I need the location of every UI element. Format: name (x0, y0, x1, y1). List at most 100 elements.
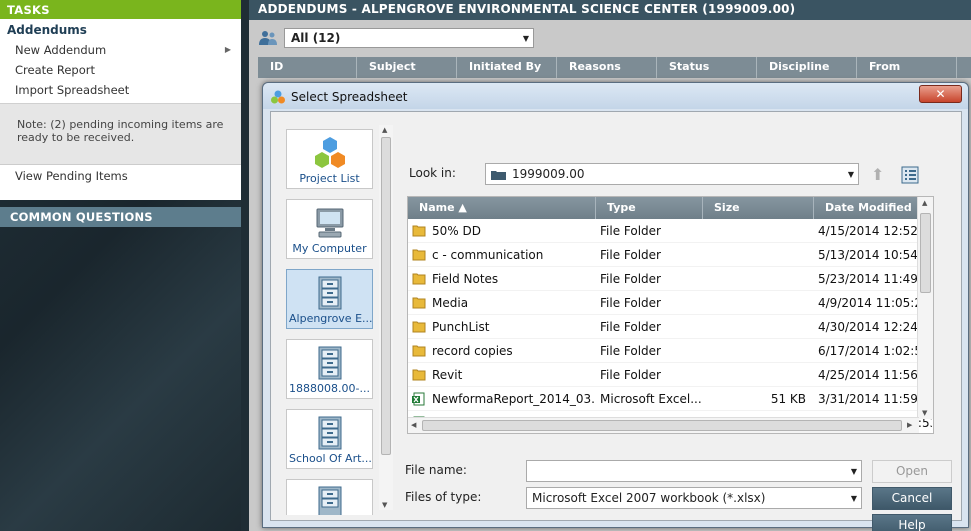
task-import-spreadsheet[interactable]: Import Spreadsheet (0, 80, 241, 100)
file-row[interactable]: record copies File Folder 6/17/2014 1:02:5… (408, 339, 933, 363)
chevron-right-icon: ▶ (224, 45, 231, 54)
task-group-title: Addendums (7, 23, 87, 37)
cancel-button[interactable]: Cancel (872, 487, 952, 510)
task-label: Import Spreadsheet (15, 83, 130, 97)
file-name-cell: PunchList (408, 320, 594, 334)
file-type: File Folder (600, 319, 661, 334)
column-subject[interactable]: Subject (357, 57, 457, 78)
column-id[interactable]: ID (258, 57, 357, 78)
file-list-vscrollbar[interactable]: ▲ ▼ (917, 197, 933, 419)
page-title: ADDENDUMS - ALPENGROVE ENVIRONMENTAL SCI… (249, 0, 971, 20)
places-scrollbar[interactable]: ▲ ▼ (379, 125, 393, 510)
file-name: Media (432, 295, 469, 310)
folder-icon (412, 273, 426, 284)
file-row[interactable]: 50% DD File Folder 4/15/2014 12:52:25 (408, 219, 933, 243)
column-status[interactable]: Status (657, 57, 757, 78)
scroll-thumb[interactable] (381, 137, 391, 455)
places-bar: Project List My Computer Alpengrove E...… (281, 125, 376, 515)
file-name: 50% DD (432, 223, 481, 238)
file-name-cell: Field Notes (408, 272, 594, 286)
scroll-left-icon[interactable]: ◀ (411, 421, 416, 429)
common-questions-header[interactable]: COMMON QUESTIONS (0, 207, 241, 227)
scroll-up-icon[interactable]: ▲ (382, 126, 387, 134)
place-more[interactable] (286, 479, 373, 515)
files-of-type-label: Files of type: (405, 490, 482, 504)
scroll-down-icon[interactable]: ▼ (382, 501, 387, 509)
file-row[interactable]: c - communication File Folder 5/13/2014 10… (408, 243, 933, 267)
up-folder-icon[interactable]: ⬆ (871, 165, 884, 184)
place-1888008[interactable]: 1888008.00-... (286, 339, 373, 399)
filter-select[interactable]: All (12) ▼ (284, 28, 534, 48)
column-type[interactable]: Type (596, 197, 703, 219)
scroll-thumb[interactable] (422, 420, 902, 431)
project-list-icon (314, 137, 345, 168)
column-from[interactable]: From (857, 57, 957, 78)
view-menu-icon[interactable] (901, 166, 919, 184)
place-school-of-art[interactable]: School Of Art... (286, 409, 373, 469)
file-name: PunchList (432, 319, 490, 334)
file-row[interactable]: Field Notes File Folder 5/23/2014 11:49:35 (408, 267, 933, 291)
place-label: My Computer (292, 242, 367, 255)
file-list: Name ▲ Type Size Date Modified 50% DD Fil… (407, 196, 934, 434)
scroll-down-icon[interactable]: ▼ (922, 409, 927, 417)
files-of-type-select[interactable]: Microsoft Excel 2007 workbook (*.xlsx) ▼ (526, 487, 862, 509)
cabinet-icon (318, 346, 341, 380)
place-alpengrove[interactable]: Alpengrove E... (286, 269, 373, 329)
cabinet-icon (318, 276, 341, 310)
file-name-input[interactable]: ▼ (526, 460, 862, 482)
file-date-modified: 5/13/2014 10:54:44 (818, 247, 932, 262)
scroll-up-icon[interactable]: ▲ (922, 199, 927, 207)
pending-panel: View Pending Items (0, 165, 241, 200)
chevron-down-icon: ▼ (847, 170, 854, 179)
file-date-modified: 4/25/2014 11:56:49 (818, 367, 932, 382)
file-date-modified: 4/9/2014 11:05:28 A (818, 295, 932, 310)
close-button[interactable]: ✕ (919, 85, 962, 103)
column-initiated-by[interactable]: Initiated By (457, 57, 557, 78)
folder-icon (412, 369, 426, 380)
file-type: File Folder (600, 343, 661, 358)
filter-value: All (12) (291, 31, 341, 45)
file-row[interactable]: NewformaReport_2014_03... Microsoft Excel… (408, 387, 933, 411)
file-date-modified: 5/23/2014 11:49:35 (818, 271, 932, 286)
column-discipline[interactable]: Discipline (757, 57, 857, 78)
dialog-titlebar[interactable]: Select Spreadsheet ✕ (263, 83, 968, 109)
scroll-thumb[interactable] (920, 213, 931, 293)
column-size[interactable]: Size (703, 197, 814, 219)
pending-note: Note: (2) pending incoming items are rea… (0, 103, 241, 165)
file-date-modified: 4/15/2014 12:52:25 (818, 223, 932, 238)
look-in-select[interactable]: 1999009.00 ▼ (485, 163, 859, 185)
column-name[interactable]: Name ▲ (408, 197, 596, 219)
folder-icon (491, 171, 506, 180)
app-icon (271, 90, 285, 104)
file-row[interactable]: Media File Folder 4/9/2014 11:05:28 A (408, 291, 933, 315)
file-type: File Folder (600, 247, 661, 262)
task-label: New Addendum (15, 43, 107, 57)
file-row[interactable]: Revit File Folder 4/25/2014 11:56:49 (408, 363, 933, 387)
file-name-cell: 50% DD (408, 224, 594, 238)
scroll-right-icon[interactable]: ▶ (907, 421, 912, 429)
file-date-modified: 6/17/2014 1:02:52 P (818, 343, 932, 358)
file-list-hscrollbar[interactable]: ◀ ▶ (408, 417, 919, 433)
file-list-header: Name ▲ Type Size Date Modified (408, 197, 933, 219)
file-date-modified: 4/30/2014 12:24:14 (818, 319, 932, 334)
place-my-computer[interactable]: My Computer (286, 199, 373, 259)
file-name-cell: Media (408, 296, 594, 310)
place-label: Alpengrove E... (289, 312, 372, 325)
column-reasons[interactable]: Reasons (557, 57, 657, 78)
place-project-list[interactable]: Project List (286, 129, 373, 189)
chevron-down-icon: ▼ (850, 494, 857, 503)
column-date-modified[interactable]: Date Modified (814, 197, 919, 219)
file-name-cell: Revit (408, 368, 594, 382)
place-label: Project List (299, 172, 360, 185)
cabinet-icon (318, 486, 341, 515)
file-rows: 50% DD File Folder 4/15/2014 12:52:25 c - c… (408, 219, 933, 433)
dialog-body: Project List My Computer Alpengrove E...… (270, 111, 962, 531)
open-button[interactable]: Open (872, 460, 952, 483)
help-button[interactable]: Help (872, 514, 952, 531)
file-type: Microsoft Excel... (600, 391, 702, 406)
view-pending-items-link[interactable]: View Pending Items (15, 169, 128, 183)
dialog-title: Select Spreadsheet (291, 90, 408, 104)
file-row[interactable]: PunchList File Folder 4/30/2014 12:24:14 (408, 315, 933, 339)
task-new-addendum[interactable]: New Addendum ▶ (0, 40, 241, 60)
task-create-report[interactable]: Create Report (0, 60, 241, 80)
